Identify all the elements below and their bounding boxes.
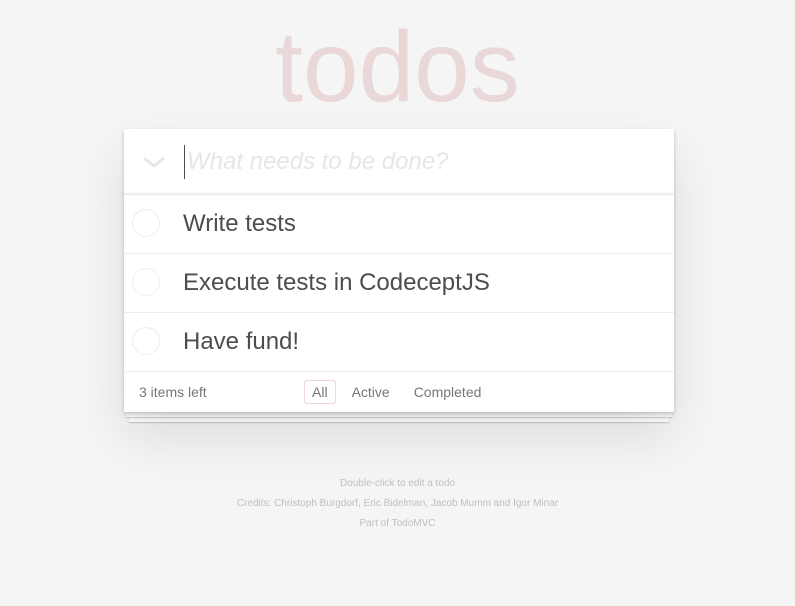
header <box>124 129 674 195</box>
toggle-all-chevron-down-icon[interactable] <box>132 143 176 183</box>
todo-item[interactable]: Have fund! <box>124 313 674 372</box>
todo-app: Write tests Execute tests in CodeceptJS … <box>124 129 674 412</box>
filter-all-link[interactable]: All <box>304 380 336 404</box>
todo-complete-checkbox[interactable] <box>132 327 160 355</box>
edit-hint: Double-click to edit a todo <box>339 478 456 489</box>
todo-label[interactable]: Execute tests in CodeceptJS <box>183 254 490 312</box>
new-todo-input[interactable] <box>184 145 657 179</box>
todo-list: Write tests Execute tests in CodeceptJS … <box>124 195 674 372</box>
app-title: todos <box>275 11 520 123</box>
filter-active-link[interactable]: Active <box>344 380 398 404</box>
todo-label[interactable]: Have fund! <box>183 313 299 371</box>
footer: 3 items left All Active Completed <box>124 372 674 412</box>
filters: All Active Completed <box>304 380 489 404</box>
credits: Credits: Christoph Burgdorf, Eric Bidelm… <box>236 498 559 509</box>
info-footer: Double-click to edit a todo Credits: Chr… <box>0 474 795 534</box>
filter-completed-link[interactable]: Completed <box>406 380 490 404</box>
todo-label[interactable]: Write tests <box>183 195 296 253</box>
part-of-todomvc: Part of TodoMVC <box>359 518 436 529</box>
todo-complete-checkbox[interactable] <box>132 268 160 296</box>
items-left-count: 3 items left <box>139 384 207 400</box>
todo-item[interactable]: Execute tests in CodeceptJS <box>124 254 674 313</box>
todo-item[interactable]: Write tests <box>124 195 674 254</box>
todo-complete-checkbox[interactable] <box>132 209 160 237</box>
